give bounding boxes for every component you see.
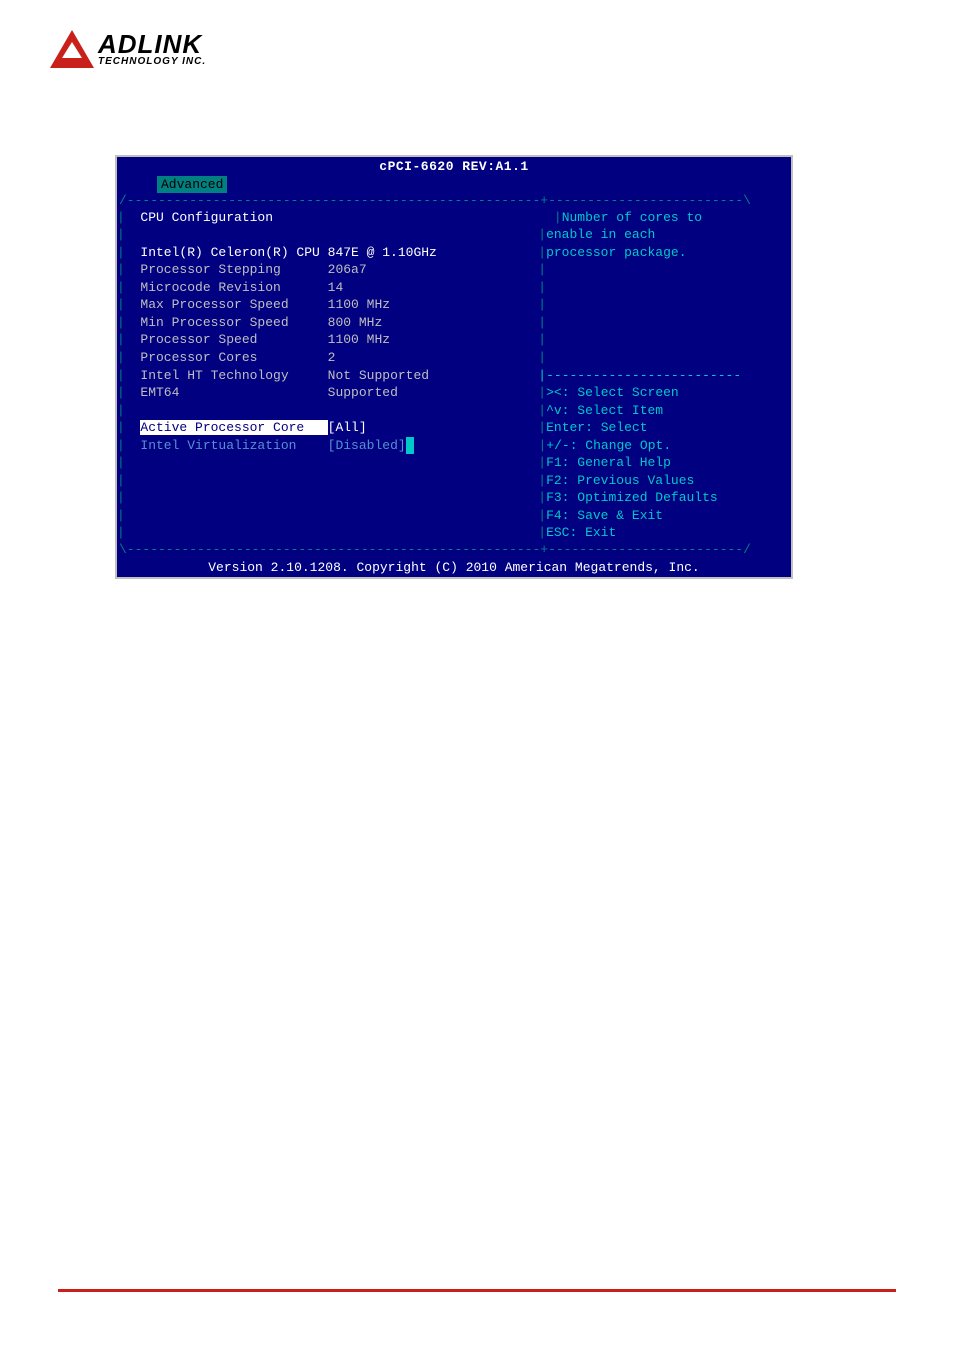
logo-main: ADLINK bbox=[98, 31, 206, 57]
row-nav-f2: | |F2: Previous Values bbox=[117, 472, 791, 490]
row-cpu-name: | Intel(R) Celeron(R) CPU 847E @ 1.10GHz… bbox=[117, 244, 791, 262]
row-minspeed: | Min Processor Speed 800 MHz | bbox=[117, 314, 791, 332]
bios-top-border: /---------------------------------------… bbox=[117, 193, 791, 209]
row-nav-f4: | |F4: Save & Exit bbox=[117, 507, 791, 525]
row-stepping: | Processor Stepping 206a7 | bbox=[117, 261, 791, 279]
tab-advanced[interactable]: Advanced bbox=[157, 176, 227, 193]
row-maxspeed: | Max Processor Speed 1100 MHz | bbox=[117, 296, 791, 314]
logo-sub: TECHNOLOGY INC. bbox=[98, 57, 206, 67]
row-nav-f3: | |F3: Optimized Defaults bbox=[117, 489, 791, 507]
logo-text: ADLINK TECHNOLOGY INC. bbox=[98, 31, 206, 67]
row-emt64: | EMT64 Supported |><: Select Screen bbox=[117, 384, 791, 402]
bios-footer: Version 2.10.1208. Copyright (C) 2010 Am… bbox=[117, 558, 791, 577]
bios-tab-row: Advanced bbox=[117, 176, 791, 193]
row-microcode: | Microcode Revision 14 | bbox=[117, 279, 791, 297]
adlink-logo: ADLINK TECHNOLOGY INC. bbox=[50, 30, 206, 68]
row-cores: | Processor Cores 2 | bbox=[117, 349, 791, 367]
bios-title: cPCI-6620 REV:A1.1 bbox=[117, 157, 791, 176]
row-active-core[interactable]: | Active Processor Core [All] |Enter: Se… bbox=[117, 419, 791, 437]
bios-bottom-border: \---------------------------------------… bbox=[117, 542, 791, 558]
row-speed: | Processor Speed 1100 MHz | bbox=[117, 331, 791, 349]
page-footer-rule bbox=[58, 1289, 896, 1292]
row-heading: | CPU Configuration |Number of cores to bbox=[117, 209, 791, 227]
logo-triangle-icon bbox=[50, 30, 94, 68]
row-ht: | Intel HT Technology Not Supported |---… bbox=[117, 367, 791, 385]
row-blank: | |enable in each bbox=[117, 226, 791, 244]
bios-screenshot: cPCI-6620 REV:A1.1 Advanced /-----------… bbox=[115, 155, 793, 579]
row-nav-esc: | |ESC: Exit bbox=[117, 524, 791, 542]
row-blank2: | |^v: Select Item bbox=[117, 402, 791, 420]
row-nav-f1: | |F1: General Help bbox=[117, 454, 791, 472]
row-virtualization[interactable]: | Intel Virtualization [Disabled] |+/-: … bbox=[117, 437, 791, 455]
